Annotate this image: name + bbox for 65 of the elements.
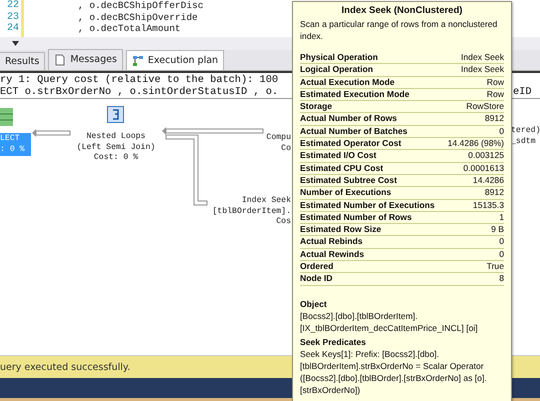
property-name: Node ID [300, 273, 332, 285]
property-value: 15135.3 [472, 200, 504, 211]
property-value: 14.4286 [472, 174, 504, 186]
property-value: 8912 [484, 113, 504, 125]
result-tab[interactable]: Execution plan [126, 50, 224, 70]
result-tab[interactable]: Results [0, 52, 46, 70]
property-name: Physical Operation [300, 52, 378, 64]
tooltip-title: Index Seek (NonClustered) [340, 5, 464, 17]
caret-icon[interactable] [12, 41, 19, 46]
line-number: 22 [6, 0, 19, 12]
property-value: 0 [499, 248, 504, 260]
property-name: Storage [300, 101, 332, 112]
section-heading: Seek Predicates [300, 336, 367, 348]
property-value: RowStore [466, 101, 504, 112]
property-value: True [486, 261, 504, 272]
property-value: 0.0001613 [463, 162, 504, 174]
property-value: 8 [499, 273, 504, 285]
result-tab[interactable]: Messages [48, 49, 123, 70]
node-label: Nested Loops (Left Semi Join) Cost: 0 % [76, 132, 156, 164]
property-value: 1 [499, 212, 504, 224]
line-number: 24 [6, 23, 19, 34]
property-name: Number of Executions [300, 187, 392, 199]
section-heading: Object [300, 298, 328, 310]
loop-icon[interactable] [107, 106, 124, 123]
property-name: Actual Number of Batches [300, 126, 408, 138]
tooltip-description: Scan a particular range of rows from a nonclustered index. [300, 18, 498, 42]
property-value: 0 [499, 126, 504, 138]
property-name: Actual Number of Rows [300, 113, 397, 125]
property-value: Row [486, 76, 504, 88]
query-text: ECT o.strBxOrderNo , o.sintOrderStatusID , o. [0, 86, 278, 98]
query-text: eID [513, 86, 532, 98]
property-value: Index Seek [461, 64, 504, 76]
property-name: Estimated Number of Executions [300, 200, 435, 211]
property-name: Estimated Execution Mode [300, 88, 410, 100]
property-name: Estimated Row Size [300, 224, 382, 236]
plan-icon [132, 54, 144, 66]
node-label: Index Seek [tblBOrderItem]. Cos [211, 196, 291, 228]
property-value: 0.003125 [468, 150, 504, 162]
property-value: Row [486, 88, 504, 100]
code-line: , o.decBCShipOfferDisc [78, 0, 204, 12]
node-label: Compu Co [265, 133, 291, 154]
query-text: ry 1: Query cost (relative to the batch): 100 [0, 74, 278, 86]
property-name: Estimated I/O Cost [300, 150, 376, 162]
section-text: [Bocss2].[dbo].[tblBOrderItem].[IX_tblBOrderItem_decCatItemPrice_INCL] [oi] [300, 310, 479, 334]
property-value: 0 [499, 236, 504, 248]
property-name: Actual Rebinds [300, 236, 363, 248]
connector-arrow [32, 129, 70, 137]
property-value: 9 B [491, 224, 504, 236]
property-name: Actual Rewinds [300, 248, 364, 260]
property-value: 14.4286 (98%) [448, 138, 504, 150]
property-name: Estimated Number of Rows [300, 212, 412, 224]
property-name: Estimated CPU Cost [300, 162, 384, 174]
document-icon [54, 54, 66, 66]
code-line: , o.decTotalAmount [78, 23, 182, 34]
property-name: Logical Operation [300, 64, 374, 76]
property-name: Ordered [300, 261, 334, 272]
property-name: Actual Execution Mode [300, 76, 395, 88]
property-name: Estimated Operator Cost [300, 138, 402, 150]
property-value: Index Seek [461, 52, 504, 64]
node-label: tered) _sdtm [511, 126, 540, 147]
property-value: 8912 [484, 187, 504, 199]
line-number: 23 [6, 12, 19, 23]
code-line: , o.decBCShipOverride [78, 12, 199, 23]
property-name: Estimated Subtree Cost [300, 174, 397, 186]
node-label: LECT : 0 % [0, 133, 31, 156]
